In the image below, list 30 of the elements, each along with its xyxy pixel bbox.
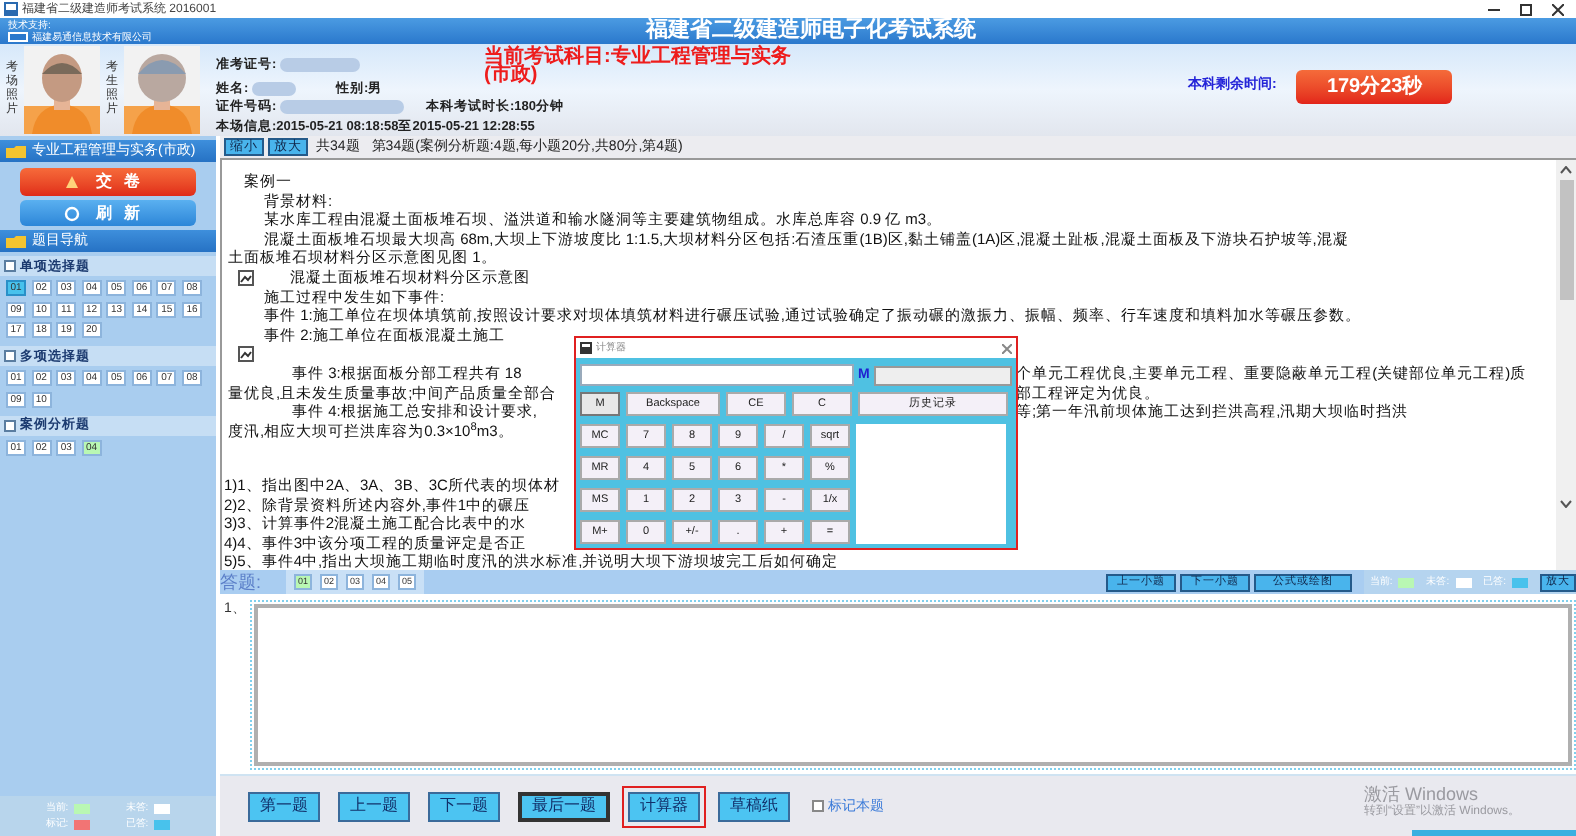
section-icon (4, 260, 16, 272)
scroll-down-icon[interactable] (1560, 500, 1572, 508)
folder-icon (6, 234, 26, 248)
section-icon (4, 350, 16, 362)
company-logo-icon (8, 32, 28, 42)
maximize-icon[interactable] (1520, 3, 1532, 15)
navigation-button[interactable]: 第一题 (248, 791, 320, 821)
answer-label: 答题: (220, 571, 264, 593)
memory-field (873, 365, 1012, 385)
navigation-button[interactable]: 下一题 (428, 791, 500, 821)
countdown-timer: 179分23秒 (1296, 69, 1453, 103)
image-placeholder-icon (238, 346, 254, 362)
refresh-icon (64, 205, 80, 221)
section-icon (4, 419, 16, 431)
activation-title: 激活 Windows (1364, 784, 1481, 804)
answer-field[interactable] (254, 604, 1572, 766)
image-placeholder-icon (238, 269, 254, 285)
system-title: 福建省二级建造师电子化考试系统 (646, 18, 976, 44)
exam-subject: 当前考试科目:专业工程管理与实务(市政) (484, 48, 793, 84)
submit-button[interactable]: 交卷 (20, 168, 196, 196)
close-icon[interactable] (1552, 3, 1564, 15)
minimize-icon[interactable] (1488, 3, 1500, 15)
navigation-button[interactable]: 上一题 (338, 791, 410, 821)
scrollbar[interactable] (1556, 160, 1576, 570)
navigation-button[interactable]: 最后一题 (518, 791, 610, 821)
display-field[interactable] (580, 364, 854, 386)
navigation-button[interactable]: 草稿纸 (718, 791, 790, 821)
scroll-up-icon[interactable] (1560, 166, 1572, 174)
mark-checkbox[interactable] (812, 800, 824, 812)
folder-icon (6, 144, 26, 158)
